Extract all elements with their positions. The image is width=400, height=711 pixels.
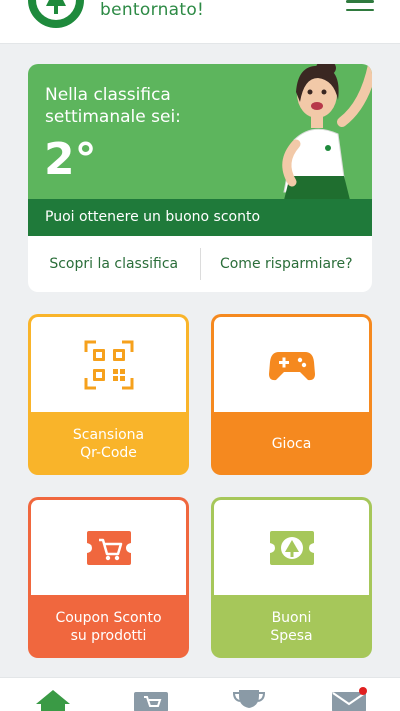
bottom-navigation [0,677,400,711]
coupon-label: Coupon Sconto su prodotti [28,595,189,658]
voucher-hint: Puoi ottenere un buono sconto [28,199,372,236]
coupon-tile[interactable]: Coupon Sconto su prodotti [28,497,189,658]
scan-qr-label-text: Scansiona Qr-Code [72,426,145,461]
play-tile[interactable]: Gioca [211,314,372,475]
app-header: bentornato! [0,0,400,44]
ranking-card: Nella classifica settimanale sei: 2° Puo… [28,64,372,292]
coupon-label-text: Coupon Sconto su prodotti [55,609,162,644]
ranking-links: Scopri la classifica Come risparmiare? [28,236,372,292]
qr-code-icon [84,340,133,389]
coupon-cart-icon [86,530,131,565]
coupon-tile-top [31,500,186,595]
ranking-title: Nella classifica settimanale sei: [45,85,181,127]
scan-qr-tile-top [31,317,186,412]
gamepad-icon [268,351,315,380]
cart-icon[interactable] [134,690,168,711]
home-icon[interactable] [36,690,70,711]
voucher-tree-icon [269,530,314,565]
discover-ranking-link[interactable]: Scopri la classifica [28,236,200,292]
play-tile-top [214,317,369,412]
vouchers-label: Buoni Spesa [211,595,372,658]
vouchers-tile[interactable]: Buoni Spesa [211,497,372,658]
vouchers-tile-top [214,500,369,595]
brand-logo [28,0,84,28]
mail-notification-dot [359,687,367,695]
hamburger-menu-icon[interactable] [346,0,374,14]
mascot-illustration [282,64,372,200]
trophy-icon[interactable] [233,690,265,711]
play-label: Gioca [211,412,372,475]
how-to-save-link[interactable]: Come risparmiare? [201,236,373,292]
ranking-position: 2° [44,134,97,185]
ranking-banner: Nella classifica settimanale sei: 2° [28,64,372,200]
scan-qr-tile[interactable]: Scansiona Qr-Code [28,314,189,475]
play-label-text: Gioca [271,435,312,452]
vouchers-label-text: Buoni Spesa [270,609,313,644]
scan-qr-label: Scansiona Qr-Code [28,412,189,475]
welcome-text: bentornato! [100,0,205,20]
